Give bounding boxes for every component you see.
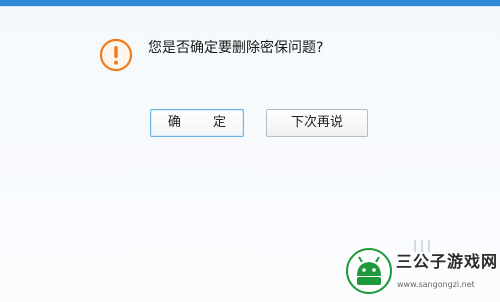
later-button[interactable]: 下次再说 (266, 109, 368, 137)
warning-icon (99, 38, 133, 72)
top-divider (0, 6, 500, 7)
android-robot-icon (346, 248, 392, 294)
confirm-message: 您是否确定要删除密保问题? (148, 40, 324, 56)
watermark-title: 三公子游戏网 (396, 252, 499, 271)
watermark: 三公子游戏网 www.sangongzi.net (346, 242, 497, 298)
confirm-button[interactable]: 确 定 (150, 109, 244, 137)
watermark-url: www.sangongzi.net (397, 280, 475, 289)
